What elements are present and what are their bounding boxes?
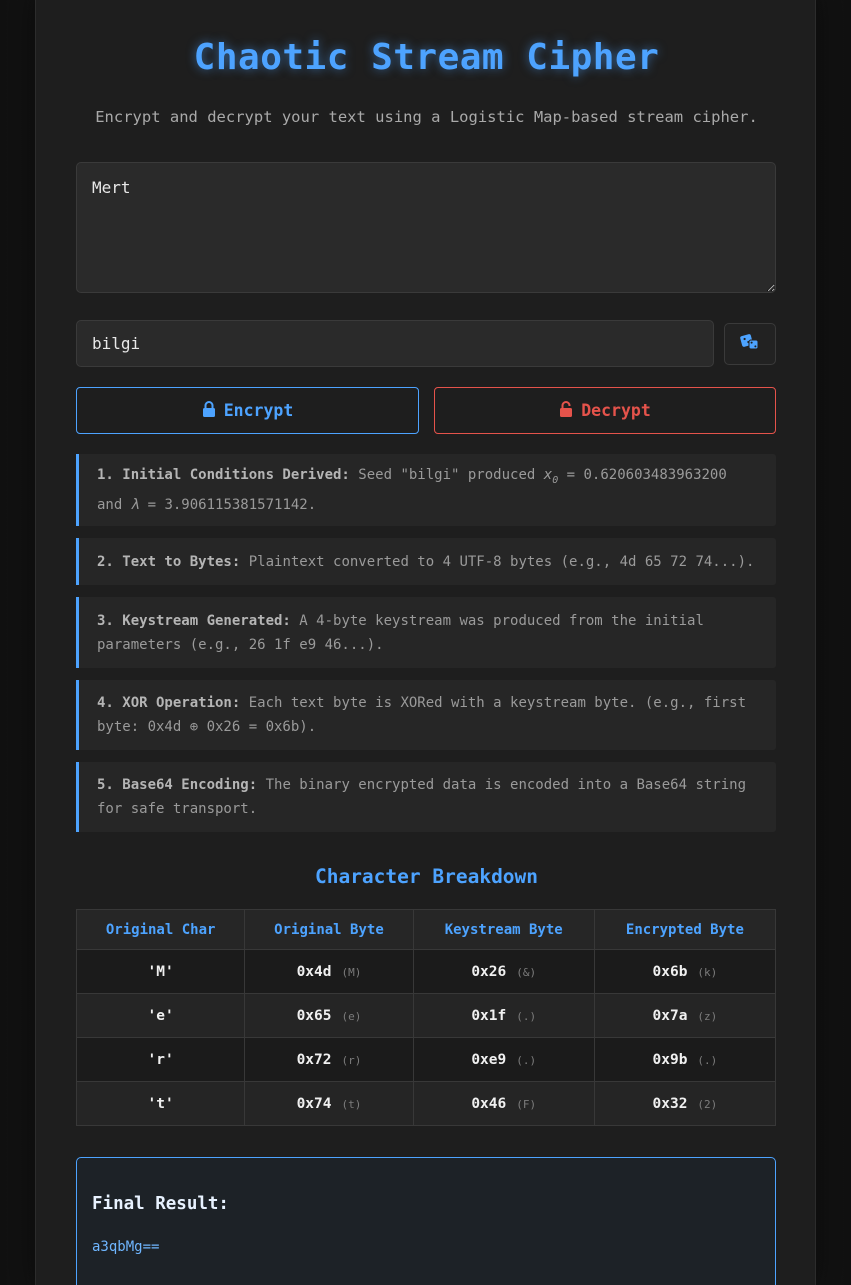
keystream-byte-cell: 0xe9 (.) bbox=[412, 1037, 595, 1082]
column-header: Original Char bbox=[75, 909, 246, 950]
step-text: 4. XOR Operation: Each text byte is XORe… bbox=[97, 691, 758, 739]
byte-value: 0x6b bbox=[652, 963, 688, 980]
encrypted-byte-cell: 0x7a (z) bbox=[593, 993, 777, 1038]
column-header: Original Byte bbox=[244, 909, 414, 950]
byte-value: 0x72 bbox=[296, 1051, 332, 1068]
byte-value: 0x26 bbox=[471, 963, 507, 980]
byte-value: 0x1f bbox=[471, 1007, 507, 1024]
byte-hint: (r) bbox=[341, 1053, 362, 1067]
plaintext-input[interactable]: Mert bbox=[76, 162, 776, 293]
byte-hint: (M) bbox=[341, 965, 362, 979]
step-body: Seed "bilgi" produced bbox=[349, 467, 544, 484]
step-xor: 4. XOR Operation: Each text byte is XORe… bbox=[76, 680, 776, 750]
step-initial-conditions: 1. Initial Conditions Derived: Seed "bil… bbox=[76, 454, 776, 526]
step-text: 3. Keystream Generated: A 4-byte keystre… bbox=[97, 609, 758, 657]
encrypted-byte-cell: 0x32 (2) bbox=[593, 1081, 777, 1126]
breakdown-title: Character Breakdown bbox=[314, 865, 539, 888]
seed-input[interactable] bbox=[76, 320, 714, 367]
byte-hint: (&) bbox=[516, 965, 537, 979]
encrypt-label: Encrypt bbox=[223, 401, 294, 420]
byte-value: 0x46 bbox=[471, 1095, 507, 1112]
encrypt-button[interactable]: Encrypt bbox=[76, 387, 419, 434]
column-header: Encrypted Byte bbox=[593, 909, 777, 950]
byte-hint: (2) bbox=[697, 1097, 718, 1111]
step-heading: 1. Initial Conditions Derived: bbox=[97, 467, 350, 484]
step-body: = 3.906115381571142. bbox=[139, 496, 317, 513]
original-char-cell: 'r' bbox=[75, 1037, 246, 1082]
byte-value: 0xe9 bbox=[471, 1051, 507, 1068]
page-title: Chaotic Stream Cipher bbox=[193, 37, 660, 78]
original-char-cell: 'e' bbox=[75, 993, 246, 1038]
keystream-byte-cell: 0x46 (F) bbox=[412, 1081, 595, 1126]
var-x: x bbox=[543, 467, 553, 484]
step-keystream: 3. Keystream Generated: A 4-byte keystre… bbox=[76, 597, 776, 668]
random-seed-button[interactable] bbox=[724, 323, 776, 365]
decrypt-button[interactable]: Decrypt bbox=[434, 387, 776, 434]
decrypt-label: Decrypt bbox=[581, 401, 651, 420]
var-lambda: λ bbox=[130, 496, 140, 513]
byte-hint: (.) bbox=[697, 1053, 718, 1067]
byte-value: 0x74 bbox=[296, 1095, 332, 1112]
byte-hint: (t) bbox=[341, 1097, 362, 1111]
step-heading: 4. XOR Operation: bbox=[97, 695, 241, 711]
byte-value: 0x4d bbox=[296, 963, 332, 980]
lock-icon bbox=[202, 400, 216, 421]
original-byte-cell: 0x4d (M) bbox=[244, 949, 414, 994]
page-subtitle: Encrypt and decrypt your text using a Lo… bbox=[95, 108, 758, 126]
byte-hint: (.) bbox=[516, 1053, 537, 1067]
keystream-byte-cell: 0x26 (&) bbox=[412, 949, 595, 994]
original-byte-cell: 0x65 (e) bbox=[244, 993, 414, 1038]
result-box: Final Result: a3qbMg== bbox=[76, 1157, 776, 1285]
original-char-cell: 'M' bbox=[75, 949, 246, 994]
column-header: Keystream Byte bbox=[412, 909, 595, 950]
step-text-to-bytes: 2. Text to Bytes: Plaintext converted to… bbox=[76, 538, 776, 585]
step-heading: 5. Base64 Encoding: bbox=[97, 777, 258, 793]
result-label: Final Result: bbox=[92, 1194, 229, 1214]
app-container: Chaotic Stream Cipher Encrypt and decryp… bbox=[35, 0, 816, 1285]
byte-value: 0x32 bbox=[652, 1095, 688, 1112]
byte-value: 0x65 bbox=[296, 1007, 332, 1024]
table-row: 't' 0x74 (t) 0x46 (F) 0x32 (2) bbox=[75, 1081, 777, 1126]
result-value[interactable]: a3qbMg== bbox=[92, 1239, 159, 1255]
dice-icon bbox=[740, 333, 760, 355]
byte-value: 0x7a bbox=[652, 1007, 688, 1024]
step-heading: 2. Text to Bytes: bbox=[97, 553, 241, 570]
original-byte-cell: 0x72 (r) bbox=[244, 1037, 414, 1082]
original-char-cell: 't' bbox=[75, 1081, 246, 1126]
table-row: 'M' 0x4d (M) 0x26 (&) 0x6b (k) bbox=[75, 949, 777, 994]
byte-hint: (e) bbox=[341, 1009, 362, 1023]
step-text: 2. Text to Bytes: Plaintext converted to… bbox=[97, 550, 758, 574]
byte-hint: (k) bbox=[697, 965, 718, 979]
byte-hint: (F) bbox=[516, 1097, 537, 1111]
table-header-row: Original Char Original Byte Keystream By… bbox=[75, 909, 777, 950]
step-heading: 3. Keystream Generated: bbox=[97, 612, 291, 629]
unlock-icon bbox=[559, 400, 573, 421]
step-text: 5. Base64 Encoding: The binary encrypted… bbox=[97, 773, 758, 821]
step-base64: 5. Base64 Encoding: The binary encrypted… bbox=[76, 762, 776, 832]
step-body: Plaintext converted to 4 UTF-8 bytes (e.… bbox=[240, 553, 755, 570]
original-byte-cell: 0x74 (t) bbox=[244, 1081, 414, 1126]
keystream-byte-cell: 0x1f (.) bbox=[412, 993, 595, 1038]
byte-hint: (z) bbox=[697, 1009, 718, 1023]
table-row: 'r' 0x72 (r) 0xe9 (.) 0x9b (.) bbox=[75, 1037, 777, 1082]
byte-hint: (.) bbox=[516, 1009, 537, 1023]
encrypted-byte-cell: 0x6b (k) bbox=[593, 949, 777, 994]
table-row: 'e' 0x65 (e) 0x1f (.) 0x7a (z) bbox=[75, 993, 777, 1038]
encrypted-byte-cell: 0x9b (.) bbox=[593, 1037, 777, 1082]
breakdown-table: Original Char Original Byte Keystream By… bbox=[75, 909, 777, 1126]
byte-value: 0x9b bbox=[652, 1051, 688, 1068]
step-text: 1. Initial Conditions Derived: Seed "bil… bbox=[97, 463, 758, 517]
